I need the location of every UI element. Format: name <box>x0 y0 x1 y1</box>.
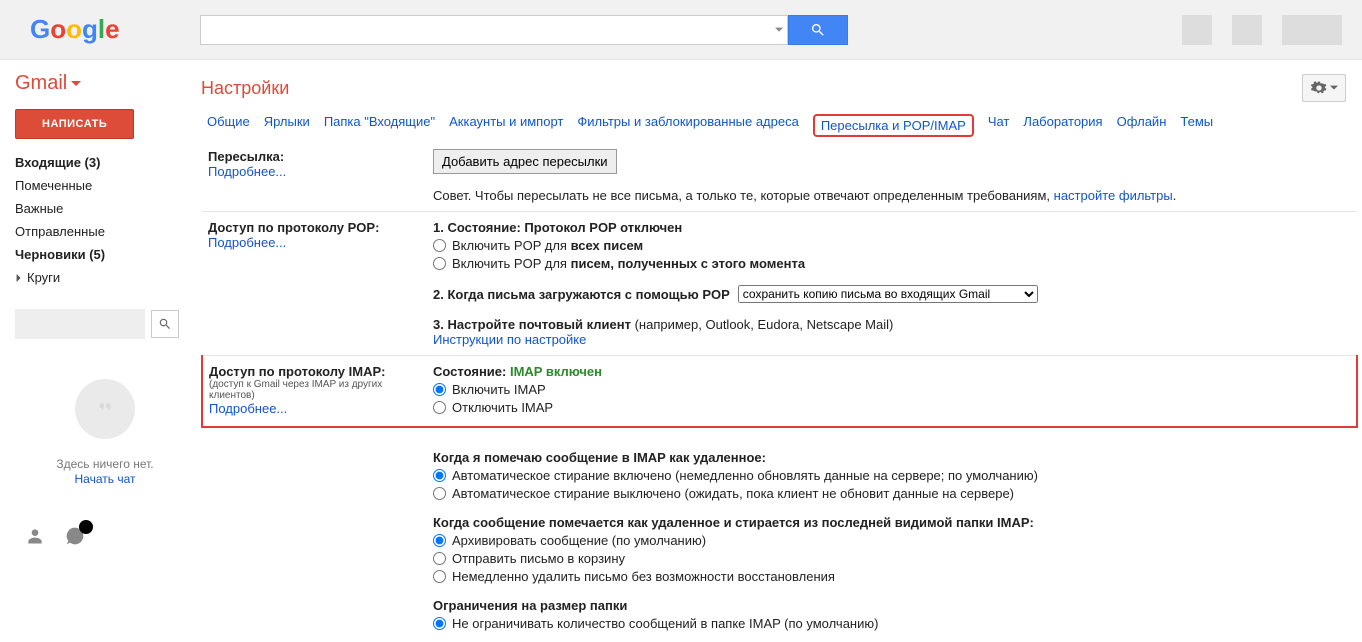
imap-status-value: IMAP включен <box>510 364 602 379</box>
nav-inbox[interactable]: Входящие (3) <box>15 151 195 174</box>
contact-search-row <box>15 309 195 339</box>
tab-filters[interactable]: Фильтры и заблокированные адреса <box>577 114 798 137</box>
hangouts-icon <box>75 379 135 439</box>
search-input[interactable] <box>200 15 770 45</box>
tab-offline[interactable]: Офлайн <box>1117 114 1167 137</box>
imap-subtitle: (доступ к Gmail через IMAP из других кли… <box>209 379 421 401</box>
sidebar: Gmail НАПИСАТЬ Входящие (3) Помеченные В… <box>0 60 195 642</box>
settings-tabs: Общие Ярлыки Папка "Входящие" Аккаунты и… <box>201 114 1358 137</box>
tab-inbox[interactable]: Папка "Входящие" <box>324 114 435 137</box>
expunge-trash-radio[interactable] <box>433 552 446 565</box>
forwarding-title: Пересылка: <box>208 149 421 164</box>
folder-limit-heading: Ограничения на размер папки <box>433 598 1351 613</box>
pop-enable-now-row: Включить POP для писем, полученных с это… <box>433 256 1351 271</box>
pop-title: Доступ по протоколу POP: <box>208 220 421 235</box>
pop-action-select[interactable]: сохранить копию письма во входящих Gmail <box>738 285 1038 303</box>
chevron-down-icon <box>71 79 81 89</box>
expunge-archive-radio[interactable] <box>433 534 446 547</box>
section-forwarding: Пересылка: Подробнее... Добавить адрес п… <box>202 141 1357 212</box>
auto-expunge-on-radio[interactable] <box>433 469 446 482</box>
settings-body: Пересылка: Подробнее... Добавить адрес п… <box>201 141 1358 642</box>
folder-nolimit-radio[interactable] <box>433 617 446 630</box>
expunge-delete-radio[interactable] <box>433 570 446 583</box>
hangouts-panel: Здесь ничего нет. Начать чат <box>15 379 195 486</box>
pop-enable-all-radio[interactable] <box>433 239 446 252</box>
nav-starred[interactable]: Помеченные <box>15 174 195 197</box>
auto-expunge-off-radio[interactable] <box>433 487 446 500</box>
compose-button[interactable]: НАПИСАТЬ <box>15 109 134 139</box>
search-button[interactable] <box>788 15 848 45</box>
pop-instructions-link[interactable]: Инструкции по настройке <box>433 332 586 347</box>
footer-icons <box>15 526 195 549</box>
section-imap-rest: Когда я помечаю сообщение в IMAP как уда… <box>202 427 1357 642</box>
main-content: Настройки Общие Ярлыки Папка "Входящие" … <box>195 60 1362 642</box>
chevron-down-icon <box>1330 84 1338 92</box>
nav-drafts[interactable]: Черновики (5) <box>15 243 195 266</box>
nav-circles[interactable]: Круги <box>15 266 195 289</box>
nav-sent[interactable]: Отправленные <box>15 220 195 243</box>
search-icon <box>158 317 172 331</box>
section-pop: Доступ по протоколу POP: Подробнее... 1.… <box>202 212 1357 356</box>
search-dropdown[interactable] <box>770 15 788 45</box>
configure-filters-link[interactable]: настройте фильтры <box>1054 188 1173 203</box>
user-chip[interactable] <box>15 309 145 339</box>
search-icon <box>810 22 826 38</box>
main-header: Настройки <box>201 74 1358 102</box>
page-title: Настройки <box>201 78 289 99</box>
top-bar-right <box>1182 15 1362 45</box>
imap-delete-heading: Когда я помечаю сообщение в IMAP как уда… <box>433 450 1351 465</box>
notifications-icon[interactable] <box>1232 15 1262 45</box>
gmail-label: Gmail <box>15 72 67 95</box>
imap-more-link[interactable]: Подробнее... <box>209 401 287 416</box>
tab-forwarding-pop-imap[interactable]: Пересылка и POP/IMAP <box>813 114 974 137</box>
pop-download-label: 2. Когда письма загружаются с помощью PO… <box>433 287 730 302</box>
tab-chat[interactable]: Чат <box>988 114 1010 137</box>
pop-configure-label: 3. Настройте почтовый клиент <box>433 317 631 332</box>
imap-title: Доступ по протоколу IMAP: <box>209 364 421 379</box>
imap-enable-radio[interactable] <box>433 383 446 396</box>
apps-icon[interactable] <box>1182 15 1212 45</box>
hangouts-tab-icon[interactable] <box>65 526 85 549</box>
search-container <box>200 15 848 45</box>
google-logo[interactable]: Google <box>30 14 200 45</box>
settings-gear-button[interactable] <box>1302 74 1346 102</box>
imap-expunge-heading: Когда сообщение помечается как удаленное… <box>433 515 1351 530</box>
pop-enable-now-radio[interactable] <box>433 257 446 270</box>
tab-labels[interactable]: Ярлыки <box>264 114 310 137</box>
chevron-down-icon <box>775 26 783 34</box>
tab-general[interactable]: Общие <box>207 114 250 137</box>
tab-labs[interactable]: Лаборатория <box>1023 114 1102 137</box>
tab-themes[interactable]: Темы <box>1180 114 1213 137</box>
hangouts-start-link[interactable]: Начать чат <box>75 472 136 486</box>
contacts-icon[interactable] <box>25 526 45 546</box>
tab-accounts[interactable]: Аккаунты и импорт <box>449 114 563 137</box>
forwarding-more-link[interactable]: Подробнее... <box>208 164 286 179</box>
hangouts-empty-text: Здесь ничего нет. <box>15 457 195 471</box>
pop-enable-all-row: Включить POP для всех писем <box>433 238 1351 253</box>
contact-search-button[interactable] <box>151 310 179 338</box>
nav-list: Входящие (3) Помеченные Важные Отправлен… <box>15 151 195 289</box>
section-imap-highlight: Доступ по протоколу IMAP: (доступ к Gmai… <box>202 356 1357 428</box>
account-avatar[interactable] <box>1282 15 1342 45</box>
add-forwarding-button[interactable]: Добавить адрес пересылки <box>433 149 617 174</box>
gmail-menu[interactable]: Gmail <box>15 72 195 95</box>
badge <box>79 520 93 534</box>
nav-important[interactable]: Важные <box>15 197 195 220</box>
chevron-right-icon <box>15 274 23 282</box>
pop-more-link[interactable]: Подробнее... <box>208 235 286 250</box>
top-bar: Google <box>0 0 1362 60</box>
gear-icon <box>1311 80 1327 96</box>
imap-disable-radio[interactable] <box>433 401 446 414</box>
forwarding-tip: Совет. Чтобы пересылать не все письма, а… <box>433 188 1351 203</box>
